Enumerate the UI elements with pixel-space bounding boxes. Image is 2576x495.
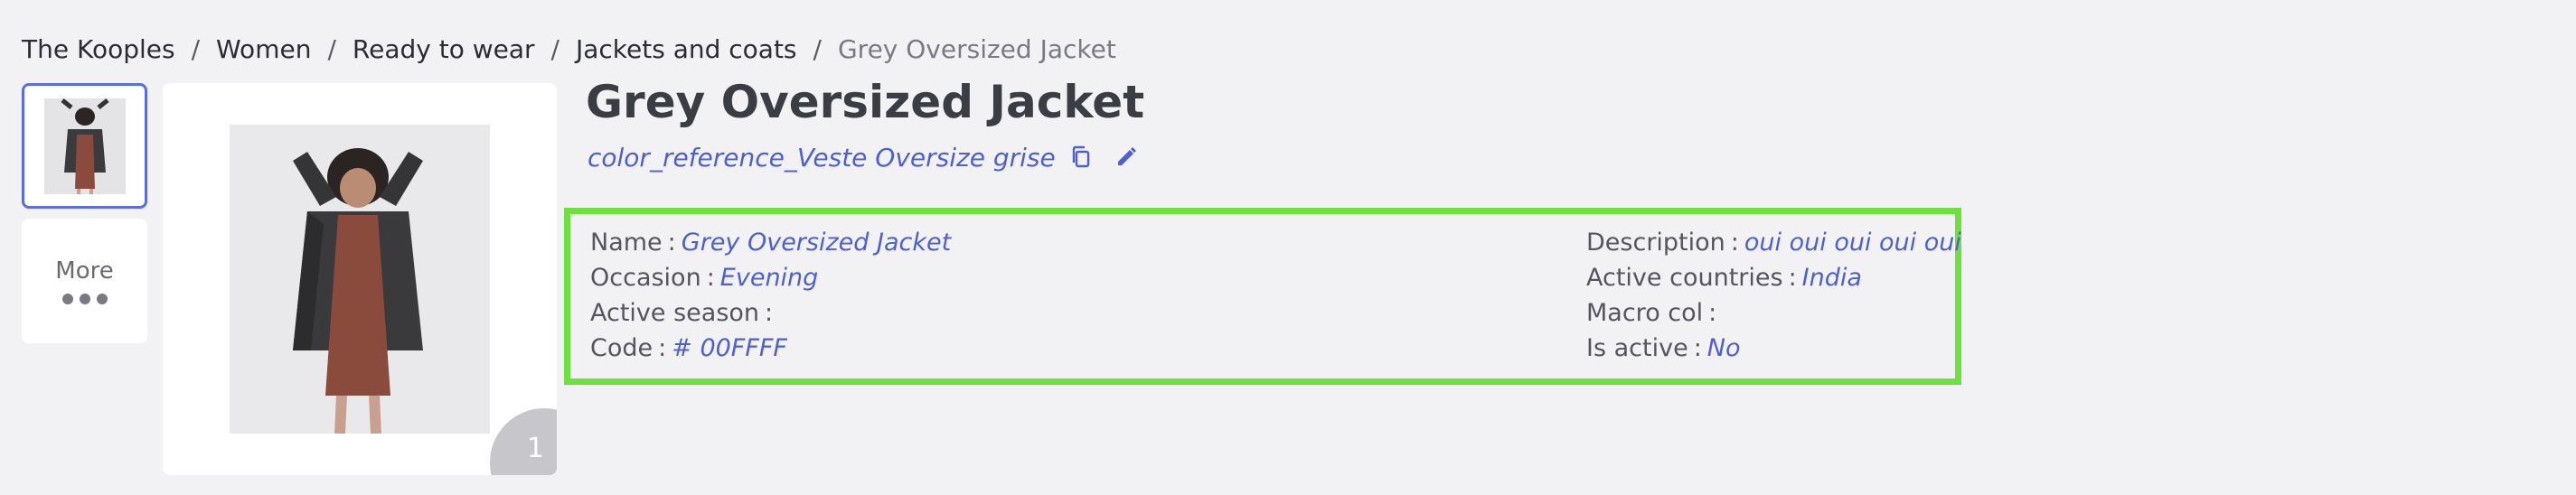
detail-label: Is active [1586,334,1688,362]
detail-row-code: Code: # 00FFFF [590,334,787,362]
breadcrumb-separator: / [191,33,201,64]
detail-row-macro-col: Macro col: [1586,299,1717,327]
details-right-column: Description: oui oui oui oui oui Active c… [1586,225,1961,366]
breadcrumb-item-women[interactable]: Women [216,34,311,64]
detail-row-active-countries: Active countries: India [1586,264,1862,292]
detail-row-name: Name: Grey Oversized Jacket [590,229,952,257]
detail-row-occasion: Occasion: Evening [590,264,819,292]
detail-value: Evening [719,264,819,292]
detail-label: Occasion [590,264,701,292]
detail-label: Name [590,229,663,257]
detail-value: Grey Oversized Jacket [681,229,952,257]
image-index-badge [490,408,557,475]
detail-label: Code [590,334,653,362]
color-reference-row: color_reference_Veste Oversize grise [588,141,1141,173]
detail-label: Description [1586,229,1725,257]
copy-icon[interactable] [1067,143,1095,172]
color-reference-text: color_reference_Veste Oversize grise [588,142,1056,173]
detail-value: # 00FFFF [672,334,787,362]
detail-row-active-season: Active season: [590,299,774,327]
image-index-number: 1 [526,433,544,464]
product-page: The Kooples / Women / Ready to wear / Ja… [0,0,2576,495]
detail-value: India [1801,264,1862,292]
details-left-column: Name: Grey Oversized Jacket Occasion: Even… [590,225,951,366]
ellipsis-icon [61,294,108,304]
breadcrumb-item-jackets-and-coats[interactable]: Jackets and coats [576,34,797,64]
detail-label: Macro col [1586,299,1704,327]
product-details-panel: Name: Grey Oversized Jacket Occasion: Even… [564,208,1961,385]
breadcrumb-current: Grey Oversized Jacket [837,33,1116,64]
breadcrumb-separator: / [550,33,559,64]
product-thumbnail-image [43,98,126,194]
breadcrumb: The Kooples / Women / Ready to wear / Ja… [22,29,1116,69]
pencil-icon[interactable] [1112,143,1141,172]
breadcrumb-separator: / [813,33,822,64]
gallery-more-button[interactable]: More [22,219,147,343]
page-title: Grey Oversized Jacket [586,76,1145,128]
detail-row-description: Description: oui oui oui oui oui [1586,229,1961,257]
detail-value: oui oui oui oui oui [1744,229,1961,257]
detail-value: No [1706,334,1741,362]
more-label: More [55,257,114,285]
detail-label: Active countries [1586,264,1783,292]
product-main-image [230,125,490,434]
breadcrumb-item-brand[interactable]: The Kooples [22,34,175,64]
gallery-thumbnail-selected[interactable] [22,83,147,209]
main-image-card[interactable]: 1 [163,83,557,475]
jacket-model-image-icon [230,125,490,434]
detail-row-is-active: Is active: No [1586,334,1741,362]
jacket-model-thumbnail-icon [43,98,126,194]
breadcrumb-item-ready-to-wear[interactable]: Ready to wear [353,34,535,64]
breadcrumb-separator: / [327,33,336,64]
detail-label: Active season [590,299,760,327]
